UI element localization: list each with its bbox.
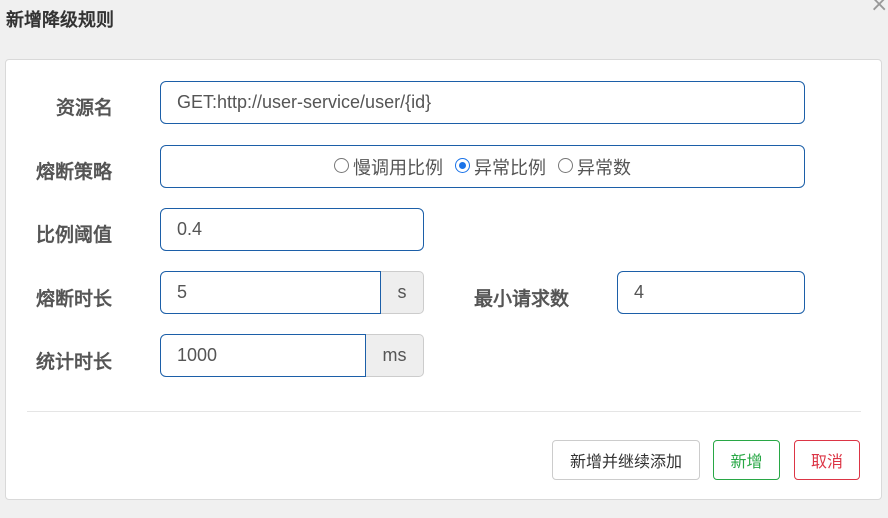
- radio-label: 慢调用比例: [353, 157, 443, 179]
- add-and-continue-button[interactable]: 新增并继续添加: [552, 440, 700, 480]
- cancel-button[interactable]: 取消: [794, 440, 860, 480]
- radio-error-ratio[interactable]: 异常比例: [455, 154, 546, 180]
- radio-label: 异常比例: [474, 157, 546, 179]
- radio-slow-ratio[interactable]: 慢调用比例: [334, 154, 443, 180]
- radio-checked-icon: [455, 158, 470, 173]
- radio-label: 异常数: [577, 157, 631, 179]
- min-requests-input[interactable]: 4: [617, 271, 805, 314]
- dialog-title: 新增降级规则: [6, 10, 114, 31]
- stat-duration-unit: ms: [366, 334, 424, 377]
- strategy-label: 熔断策略: [36, 161, 113, 183]
- stat-duration-label: 统计时长: [36, 351, 113, 373]
- break-duration-label: 熔断时长: [36, 288, 113, 310]
- resource-input[interactable]: GET:http://user-service/user/{id}: [160, 81, 805, 124]
- ratio-threshold-input[interactable]: 0.4: [160, 208, 424, 251]
- radio-unchecked-icon: [558, 158, 573, 173]
- radio-error-count[interactable]: 异常数: [558, 154, 631, 180]
- break-duration-input[interactable]: 5: [160, 271, 381, 314]
- strategy-radio-group: 慢调用比例 异常比例 异常数: [160, 145, 805, 188]
- rule-form-panel: 资源名 GET:http://user-service/user/{id} 熔断…: [5, 59, 882, 500]
- add-button[interactable]: 新增: [713, 440, 780, 480]
- stat-duration-input[interactable]: 1000: [160, 334, 366, 377]
- radio-unchecked-icon: [334, 158, 349, 173]
- close-icon[interactable]: ×: [870, 0, 888, 16]
- divider: [27, 411, 861, 412]
- ratio-threshold-label: 比例阈值: [36, 224, 113, 246]
- min-requests-label: 最小请求数: [474, 288, 570, 310]
- resource-label: 资源名: [56, 97, 114, 119]
- break-duration-unit: s: [381, 271, 424, 314]
